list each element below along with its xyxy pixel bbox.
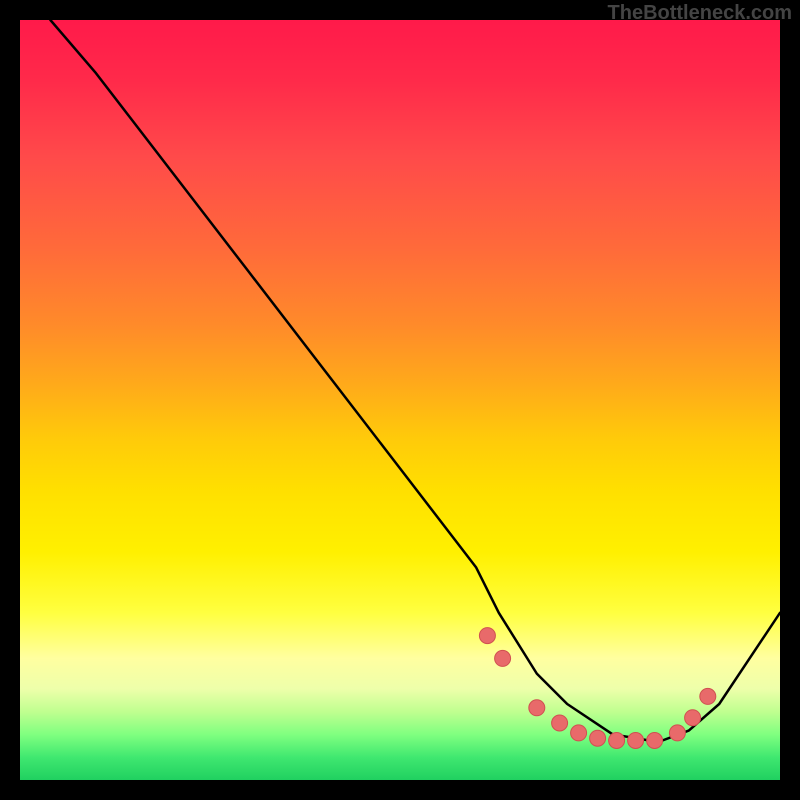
curve-marker [628, 733, 644, 749]
watermark-text: TheBottleneck.com [608, 2, 792, 25]
chart-svg [20, 20, 780, 780]
curve-marker [571, 725, 587, 741]
curve-marker [700, 688, 716, 704]
curve-marker [609, 733, 625, 749]
curve-marker [529, 700, 545, 716]
curve-marker [685, 710, 701, 726]
curve-marker [479, 628, 495, 644]
curve-marker [495, 650, 511, 666]
curve-marker [552, 715, 568, 731]
bottleneck-curve [50, 20, 780, 742]
curve-markers [479, 628, 715, 749]
curve-marker [647, 733, 663, 749]
curve-marker [590, 730, 606, 746]
curve-marker [669, 725, 685, 741]
